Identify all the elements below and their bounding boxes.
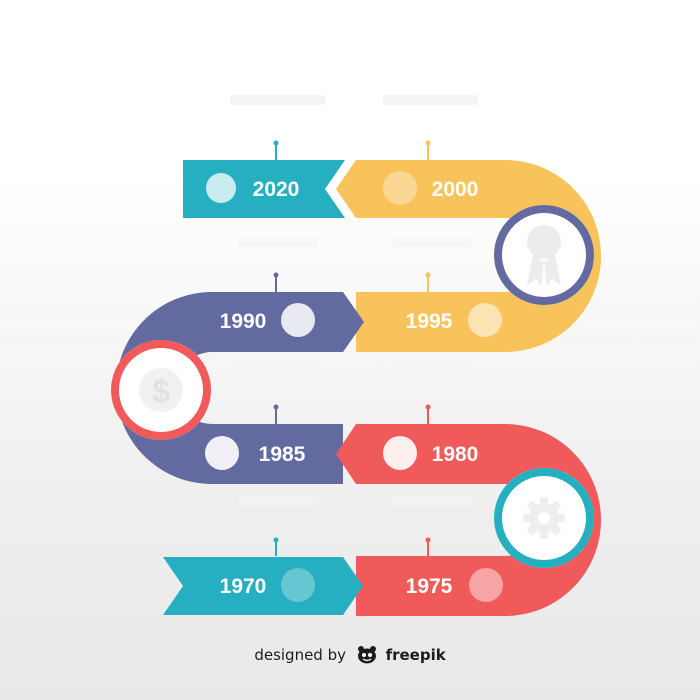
title-placeholder <box>183 35 517 77</box>
year-label-1995: 1995 <box>406 310 453 333</box>
year-icon-1975 <box>469 568 503 602</box>
turn-badge-award <box>494 205 594 305</box>
desc-placeholder-2000 <box>392 238 472 247</box>
turn-badge-gear <box>494 468 594 568</box>
connector-dot-1990 <box>273 272 279 278</box>
year-label-1980: 1980 <box>432 443 479 466</box>
year-label-1990: 1990 <box>220 310 267 333</box>
desc-placeholder-1980 <box>392 497 472 506</box>
year-icon-1980 <box>383 436 417 470</box>
connector-dot-1975 <box>425 537 431 543</box>
desc-placeholder-2020 <box>238 238 318 247</box>
year-label-1970: 1970 <box>220 575 267 598</box>
freepik-logo-icon <box>356 646 378 668</box>
timeline-infographic: 2020 2000 1990 1995 1985 1980 1970 1975 <box>111 35 602 616</box>
connector-dot-1980 <box>425 404 431 410</box>
designer-credit: designed by freepik <box>0 646 700 668</box>
subtitle-placeholder-left <box>230 95 325 105</box>
dollar-coin-icon: $ <box>139 368 183 412</box>
credit-brand: freepik <box>385 646 446 664</box>
subtitle-placeholder-right <box>383 95 478 105</box>
desc-placeholder-1985 <box>238 497 318 506</box>
turn-badge-dollar: $ <box>111 340 211 440</box>
year-icon-1995 <box>468 303 502 337</box>
svg-text:$: $ <box>152 373 170 409</box>
desc-placeholder-1990 <box>238 365 318 374</box>
year-icon-1970 <box>281 568 315 602</box>
gear-icon <box>523 497 565 539</box>
connector-dot-2000 <box>425 140 431 146</box>
year-label-1985: 1985 <box>259 443 306 466</box>
year-label-2000: 2000 <box>432 178 479 201</box>
connector-dot-1995 <box>425 272 431 278</box>
year-icon-2020 <box>206 173 236 203</box>
year-icon-1990 <box>281 303 315 337</box>
year-icon-2000 <box>383 171 417 205</box>
credit-prefix: designed by <box>254 646 346 664</box>
connector-dot-1970 <box>273 537 279 543</box>
desc-placeholder-1995 <box>392 365 472 374</box>
connector-dot-1985 <box>273 404 279 410</box>
year-label-1975: 1975 <box>406 575 453 598</box>
connector-dot-2020 <box>273 140 279 146</box>
year-label-2020: 2020 <box>253 178 300 201</box>
year-icon-1985 <box>205 436 239 470</box>
